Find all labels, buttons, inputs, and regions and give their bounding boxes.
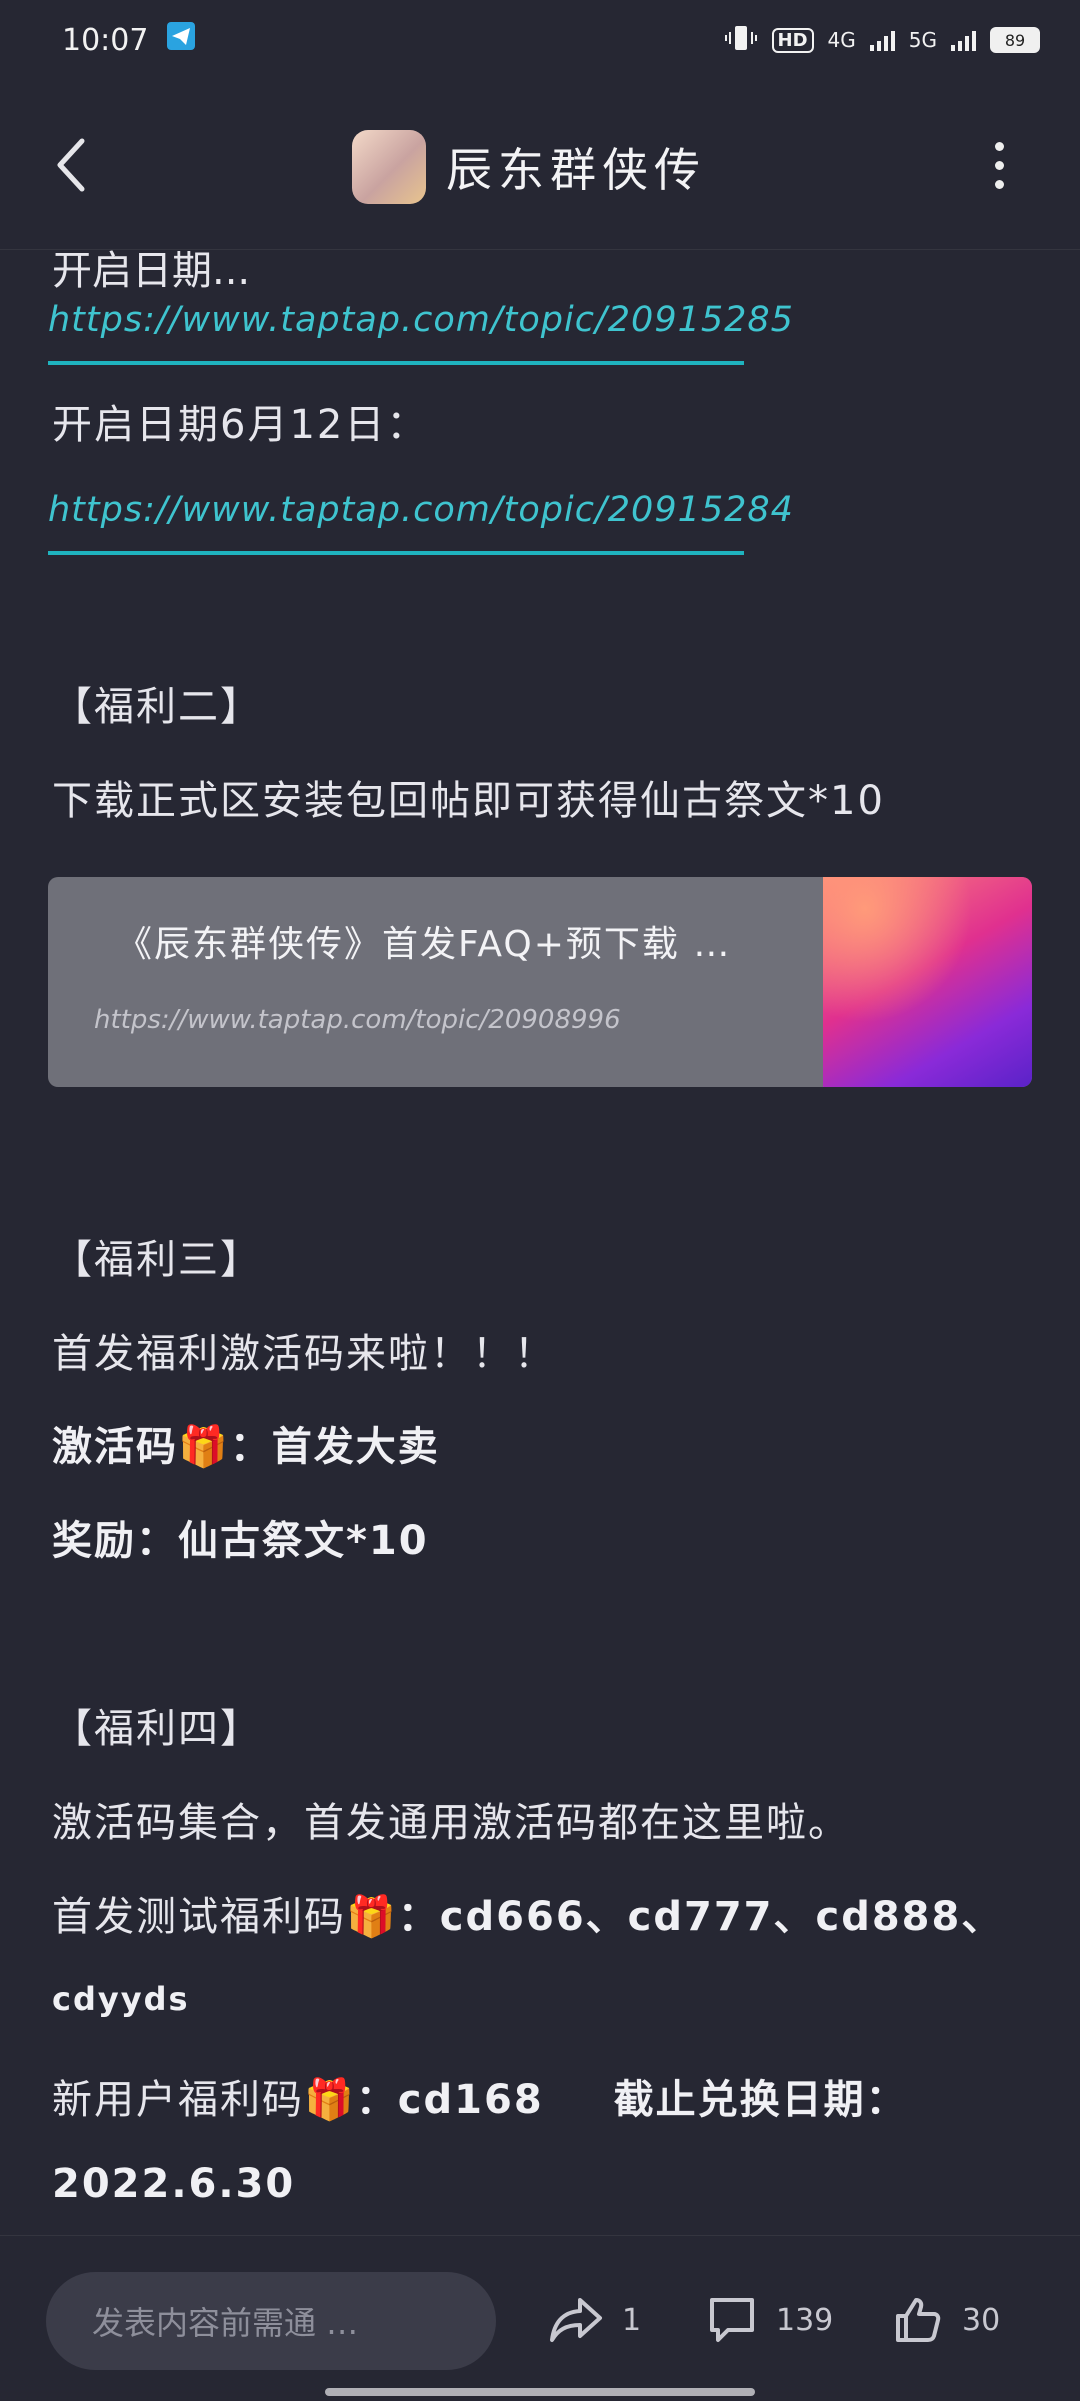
new-user-code-value: ：cd168 — [355, 2077, 544, 2123]
vibrate-icon — [724, 24, 758, 57]
section-heading: 【福利三】 — [52, 1237, 262, 1283]
back-button[interactable] — [40, 130, 100, 200]
share-count: 1 — [622, 2302, 642, 2338]
bottom-action-bar: 发表内容前需通 … 1 139 30 — [0, 2235, 1080, 2401]
topic-link[interactable]: https://www.taptap.com/topic/20915284 — [48, 490, 794, 530]
post-text: 开启日期6月12日： — [52, 402, 429, 448]
section-heading: 【福利二】 — [52, 684, 262, 730]
more-options-button[interactable] — [984, 130, 1014, 200]
gift-icon: 🎁 — [304, 2077, 356, 2123]
thumbs-up-icon — [896, 2298, 941, 2342]
clock: 10:07 — [62, 22, 149, 58]
topic-link[interactable]: https://www.taptap.com/topic/20915285 — [48, 300, 794, 340]
app-title-wrap[interactable]: 辰东群侠传 — [352, 130, 706, 204]
link-card[interactable]: 《辰东群侠传》首发FAQ+预下载 … https://www.taptap.co… — [48, 877, 1032, 1087]
share-button[interactable]: 1 — [548, 2294, 641, 2346]
comment-input-placeholder: 发表内容前需通 … — [92, 2304, 359, 2342]
link-card-thumbnail — [823, 877, 1032, 1087]
like-button[interactable]: 30 — [892, 2294, 1000, 2346]
gift-icon: 🎁 — [178, 1424, 230, 1470]
test-code-line: 首发测试福利码🎁：cd666、cd777、cd888、 — [52, 1884, 1003, 1942]
like-count: 30 — [962, 2302, 1001, 2338]
comment-icon — [710, 2298, 754, 2342]
signal-4g-label: 4G — [827, 28, 856, 52]
activation-code-label: 激活码 — [52, 1424, 178, 1470]
comment-button[interactable]: 139 — [706, 2294, 833, 2346]
post-text: 下载正式区安装包回帖即可获得仙古祭文*10 — [52, 778, 885, 824]
home-indicator[interactable] — [325, 2388, 755, 2396]
section-heading: 【福利四】 — [52, 1706, 262, 1752]
status-bar: 10:07 HD 4G 5G 89 — [0, 0, 1080, 80]
hd-icon: HD — [771, 27, 814, 53]
telegram-icon — [166, 21, 196, 59]
post-text: 激活码集合，首发通用激活码都在这里啦。 — [52, 1800, 850, 1846]
test-code-cont: cdyyds — [52, 1980, 190, 2018]
app-title: 辰东群侠传 — [446, 143, 706, 197]
test-code-label: 首发测试福利码 — [52, 1894, 346, 1940]
post-text: 首发福利激活码来啦！！！ — [52, 1331, 556, 1377]
app-header: 辰东群侠传 — [0, 80, 1080, 250]
chevron-left-icon — [57, 138, 85, 192]
comment-count: 139 — [776, 2302, 834, 2338]
comment-input[interactable]: 发表内容前需通 … — [46, 2272, 496, 2370]
link-underline — [48, 361, 744, 365]
reward-text: 奖励：仙古祭文*10 — [52, 1518, 429, 1564]
link-card-text: 《辰东群侠传》首发FAQ+预下载 … https://www.taptap.co… — [48, 877, 823, 1087]
activation-code-value: ：首发大卖 — [229, 1424, 440, 1470]
link-underline — [48, 551, 744, 555]
activation-code-line: 激活码🎁：首发大卖 — [52, 1414, 440, 1472]
battery-icon: 89 — [990, 27, 1040, 53]
link-card-url: https://www.taptap.com/topic/20908996 — [94, 1005, 621, 1035]
new-user-code-label: 新用户福利码 — [52, 2077, 304, 2123]
post-text-fragment: 开启日期... — [52, 250, 251, 294]
test-code-value: ：cd666、cd777、cd888、 — [397, 1894, 1004, 1940]
app-icon — [352, 130, 426, 204]
link-card-title: 《辰东群侠传》首发FAQ+预下载 … — [116, 924, 732, 965]
signal-5g-icon — [951, 29, 976, 51]
new-user-code-line: 新用户福利码🎁：cd168 截止兑换日期： — [52, 2067, 908, 2125]
share-icon — [550, 2298, 602, 2342]
gift-icon: 🎁 — [346, 1894, 398, 1940]
deadline-value: 2022.6.30 — [52, 2161, 296, 2207]
post-content: 开启日期... https://www.taptap.com/topic/209… — [0, 250, 1080, 2235]
signal-4g-icon — [869, 29, 895, 51]
signal-5g-label: 5G — [908, 28, 937, 52]
deadline-label: 截止兑换日期： — [613, 2077, 908, 2123]
